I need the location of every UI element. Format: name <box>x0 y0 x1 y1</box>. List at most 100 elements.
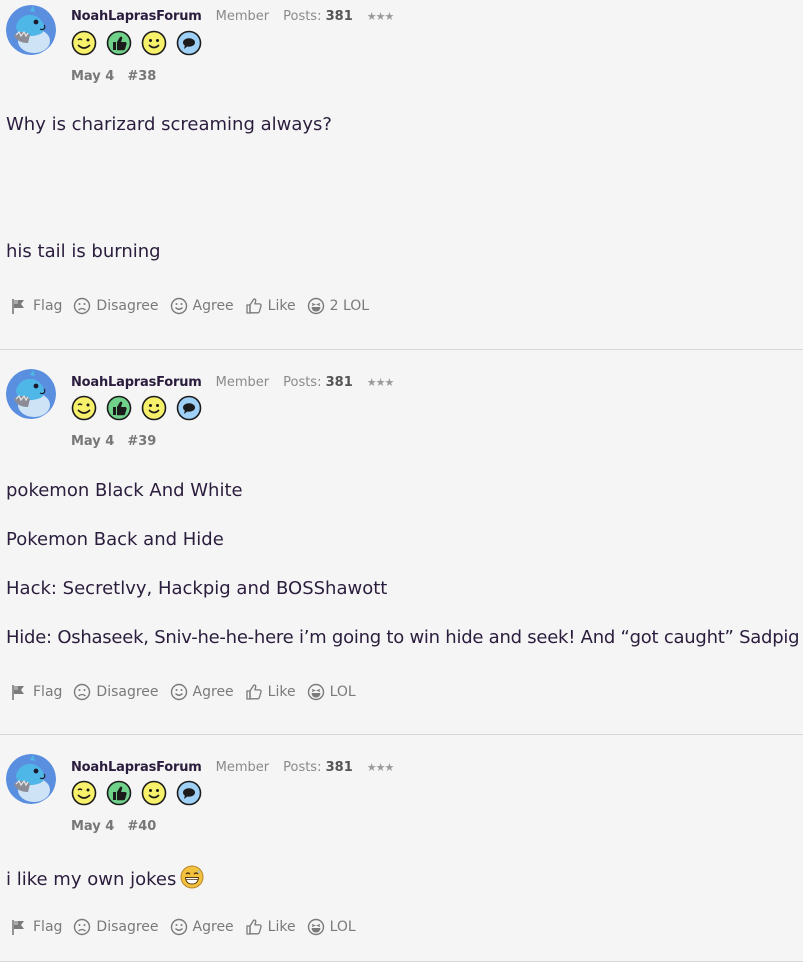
user-title: Member <box>215 760 270 775</box>
post-body: i like my own jokes <box>6 865 204 890</box>
post-text: i like my own jokes <box>6 869 177 890</box>
frown-face-icon <box>73 918 91 936</box>
rank-stars: ★★★ <box>366 376 395 389</box>
like-button[interactable]: Like <box>245 297 296 315</box>
post-actions: Flag Disagree Agree Like 2 LOL <box>10 297 380 315</box>
post-date-link[interactable]: May 4 <box>71 434 114 449</box>
post-text-line: Pokemon Back and Hide <box>6 529 224 550</box>
disagree-button[interactable]: Disagree <box>73 297 159 315</box>
wink-face-icon[interactable] <box>71 30 97 56</box>
post-count: Posts: 381 <box>283 375 353 390</box>
lol-label: LOL <box>329 919 356 935</box>
thumbs-up-icon[interactable] <box>106 395 132 421</box>
lol-label: LOL <box>329 684 356 700</box>
thumbs-up-icon[interactable] <box>106 30 132 56</box>
agree-button[interactable]: Agree <box>170 918 234 936</box>
thumbs-up-outline-icon <box>245 297 263 315</box>
speech-bubble-icon[interactable] <box>176 30 202 56</box>
frown-face-icon <box>73 683 91 701</box>
lol-button[interactable]: LOL <box>307 683 356 701</box>
flag-label: Flag <box>33 298 63 314</box>
lol-button[interactable]: 2 LOL <box>307 297 369 315</box>
user-title: Member <box>215 375 270 390</box>
disagree-button[interactable]: Disagree <box>73 683 159 701</box>
wink-face-icon[interactable] <box>71 395 97 421</box>
agree-button[interactable]: Agree <box>170 683 234 701</box>
post-number-link[interactable]: #38 <box>127 69 156 84</box>
agree-label: Agree <box>192 298 234 314</box>
rank-stars: ★★★ <box>366 761 395 774</box>
post-date-line: May 4 #40 <box>71 819 156 834</box>
post-text-line: his tail is burning <box>6 241 161 262</box>
disagree-button[interactable]: Disagree <box>73 918 159 936</box>
user-info: NoahLaprasForum Member Posts: 381 ★★★ <box>71 9 395 24</box>
post-actions: Flag Disagree Agree Like LOL <box>10 918 367 936</box>
like-label: Like <box>267 684 296 700</box>
user-title: Member <box>215 9 270 24</box>
post-count-label: Posts: <box>283 9 322 24</box>
frown-face-icon <box>73 297 91 315</box>
username-link[interactable]: NoahLaprasForum <box>71 375 202 390</box>
avatar[interactable] <box>6 5 56 55</box>
smiley-face-icon[interactable] <box>141 780 167 806</box>
post-date-line: May 4 #38 <box>71 69 156 84</box>
username-link[interactable]: NoahLaprasForum <box>71 760 202 775</box>
user-badges <box>71 30 202 56</box>
smile-face-icon <box>170 918 188 936</box>
speech-bubble-icon[interactable] <box>176 780 202 806</box>
flag-icon <box>10 297 28 315</box>
post-count-value: 381 <box>325 760 353 775</box>
agree-label: Agree <box>192 684 234 700</box>
rank-stars: ★★★ <box>366 10 395 23</box>
flag-button[interactable]: Flag <box>10 683 62 701</box>
like-button[interactable]: Like <box>245 683 296 701</box>
flag-button[interactable]: Flag <box>10 918 62 936</box>
laugh-face-icon <box>307 683 325 701</box>
post-text-line: Hack: Secretlvy, Hackpig and BOSShawott <box>6 578 388 599</box>
post-date-link[interactable]: May 4 <box>71 69 114 84</box>
smiley-face-icon[interactable] <box>141 395 167 421</box>
agree-button[interactable]: Agree <box>170 297 234 315</box>
smile-face-icon <box>170 297 188 315</box>
lapras-avatar-image <box>6 754 56 804</box>
post-date-line: May 4 #39 <box>71 434 156 449</box>
post-actions: Flag Disagree Agree Like LOL <box>10 683 367 701</box>
post-38: NoahLaprasForum Member Posts: 381 ★★★ Ma… <box>0 0 803 350</box>
thumbs-up-icon[interactable] <box>106 780 132 806</box>
post-number-link[interactable]: #40 <box>127 819 156 834</box>
post-40: NoahLaprasForum Member Posts: 381 ★★★ Ma… <box>0 735 803 962</box>
avatar[interactable] <box>6 754 56 804</box>
smiley-face-icon[interactable] <box>141 30 167 56</box>
thumbs-up-outline-icon <box>245 918 263 936</box>
agree-label: Agree <box>192 919 234 935</box>
user-badges <box>71 395 202 421</box>
post-count-label: Posts: <box>283 375 322 390</box>
username-link[interactable]: NoahLaprasForum <box>71 9 202 24</box>
laugh-face-icon <box>307 297 325 315</box>
lol-label: 2 LOL <box>329 298 370 314</box>
flag-icon <box>10 918 28 936</box>
wink-face-icon[interactable] <box>71 780 97 806</box>
post-39: NoahLaprasForum Member Posts: 381 ★★★ Ma… <box>0 350 803 735</box>
user-info: NoahLaprasForum Member Posts: 381 ★★★ <box>71 760 395 775</box>
lapras-avatar-image <box>6 5 56 55</box>
post-date-link[interactable]: May 4 <box>71 819 114 834</box>
post-count: Posts: 381 <box>283 9 353 24</box>
disagree-label: Disagree <box>96 298 159 314</box>
post-number-link[interactable]: #39 <box>127 434 156 449</box>
post-text-line: Why is charizard screaming always? <box>6 114 332 135</box>
disagree-label: Disagree <box>96 919 159 935</box>
flag-label: Flag <box>33 684 63 700</box>
smile-face-icon <box>170 683 188 701</box>
lapras-avatar-image <box>6 369 56 419</box>
lol-button[interactable]: LOL <box>307 918 356 936</box>
post-count-label: Posts: <box>283 760 322 775</box>
disagree-label: Disagree <box>96 684 159 700</box>
avatar[interactable] <box>6 369 56 419</box>
flag-button[interactable]: Flag <box>10 297 62 315</box>
post-text-line: i like my own jokes <box>6 865 204 890</box>
post-body: Why is charizard screaming always? his t… <box>6 114 332 262</box>
like-button[interactable]: Like <box>245 918 296 936</box>
like-label: Like <box>267 298 296 314</box>
speech-bubble-icon[interactable] <box>176 395 202 421</box>
